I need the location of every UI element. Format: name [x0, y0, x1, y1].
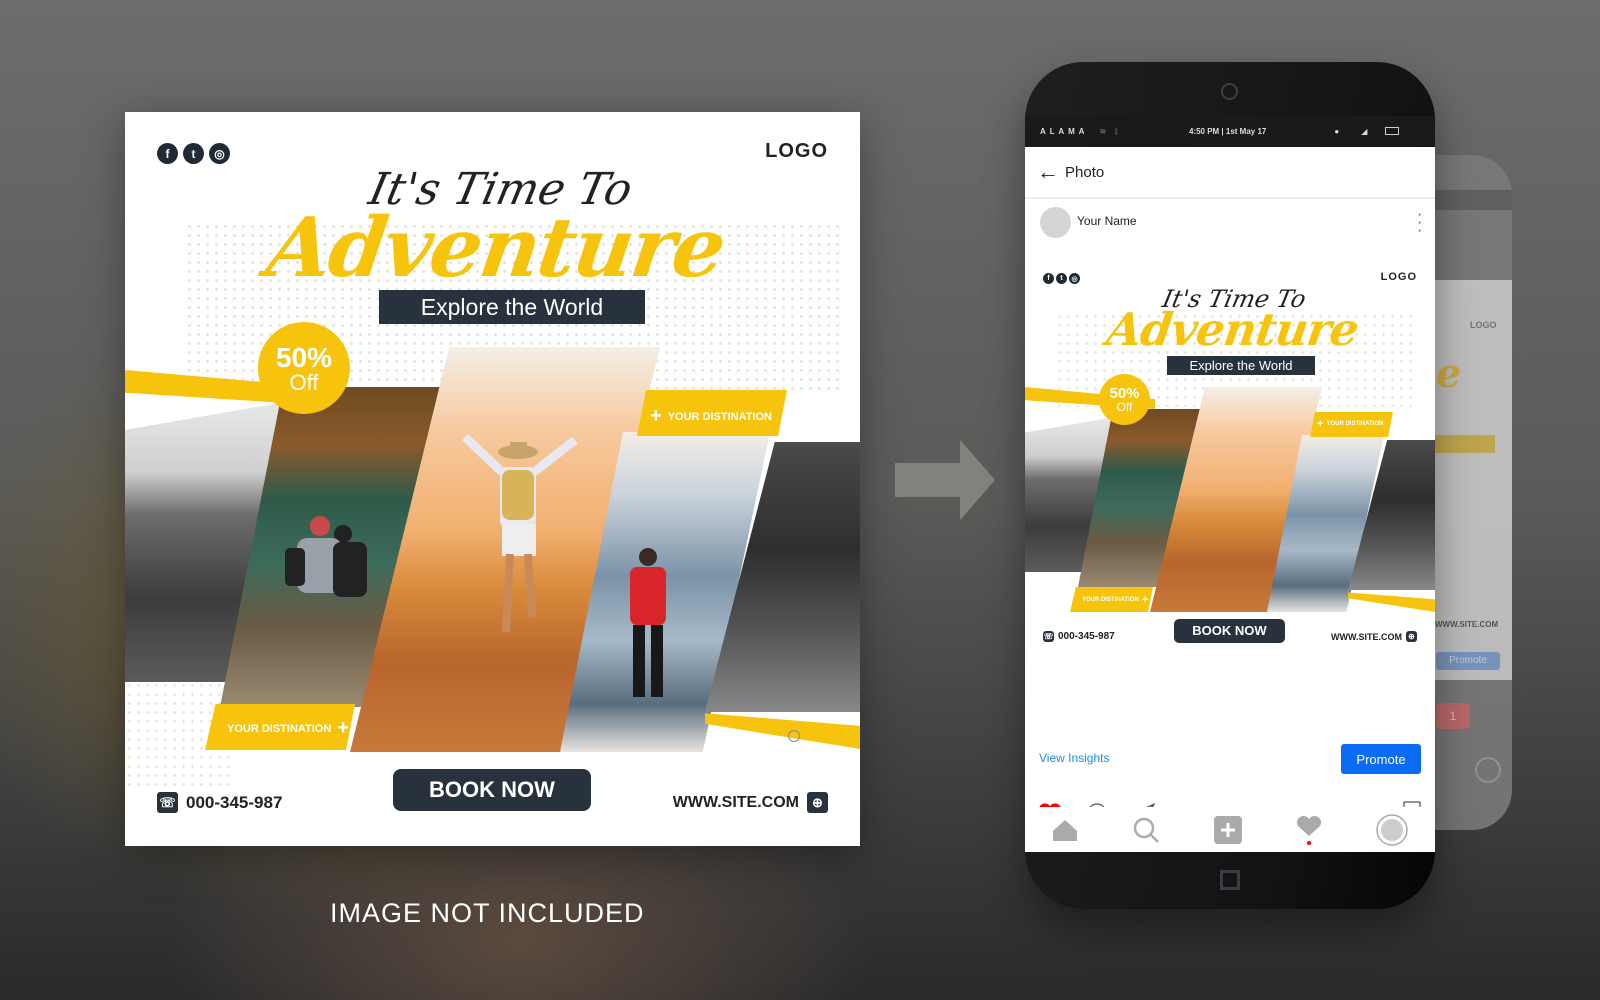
home-button[interactable]: [1220, 870, 1240, 890]
add-post-icon[interactable]: [1214, 815, 1242, 844]
facebook-icon: f: [1043, 273, 1054, 284]
promote-button[interactable]: Promote: [1341, 744, 1421, 774]
mini-headline-main: Adventure: [1103, 303, 1362, 356]
facebook-icon[interactable]: f: [157, 143, 178, 164]
profile-icon[interactable]: [1376, 813, 1408, 846]
screen-header: ← Photo: [1025, 147, 1435, 199]
mini-logo: LOGO: [1380, 271, 1417, 283]
back-headline: e: [1436, 350, 1462, 397]
mini-yellow-strip-bottom: [1348, 592, 1435, 612]
account-name[interactable]: Your Name: [1077, 214, 1137, 228]
back-profile-icon: [1475, 757, 1501, 783]
back-website: WWW.SITE.COM: [1435, 620, 1499, 629]
website-contact: WWW.SITE.COM ⊕: [673, 792, 828, 813]
bluetooth-icon: ᛒ: [1114, 126, 1119, 136]
image-not-included-caption: IMAGE NOT INCLUDED: [330, 898, 645, 928]
destination-text: YOUR DISTINATION: [227, 722, 332, 735]
twitter-icon[interactable]: t: [183, 143, 204, 164]
phone-icon: ☏: [1043, 631, 1054, 642]
battery-icon: [1385, 127, 1400, 135]
destination-label-left: YOUR DISTINATION +: [227, 717, 349, 740]
back-logo: LOGO: [1470, 320, 1497, 330]
mini-discount-badge: 50% Off: [1099, 374, 1150, 425]
mini-website-contact: WWW.SITE.COM ⊕: [1331, 631, 1417, 642]
circle-decoration: [788, 730, 800, 742]
mini-destination-label-left: YOUR DISTINATION +: [1082, 594, 1149, 606]
mini-phone-contact: ☏ 000-345-987: [1043, 631, 1115, 642]
instagram-screen: ← Photo Your Name · · · f t ◎ LOGO It's Ti…: [1025, 147, 1435, 852]
mini-phone-number: 000-345-987: [1058, 631, 1115, 642]
back-promote-button: Promote: [1436, 652, 1500, 670]
post-image[interactable]: f t ◎ LOGO It's Time To Adventure Explor…: [1025, 257, 1435, 667]
activity-heart-icon[interactable]: [1296, 815, 1322, 845]
phone-icon: ☏: [157, 792, 178, 813]
discount-label: Off: [289, 370, 319, 395]
destination-text: YOUR DISTINATION: [1326, 421, 1384, 427]
destination-text: YOUR DISTINATION: [667, 410, 772, 423]
status-bar: A L A M A ≋ ᛒ 4:50 PM | 1st May 17 ● ◢: [1025, 116, 1435, 146]
destination-label-right: + YOUR DISTINATION: [650, 405, 772, 428]
social-icons: f t ◎: [157, 143, 230, 164]
mini-book-now-button: BOOK NOW: [1174, 619, 1285, 643]
plus-icon: +: [337, 717, 349, 739]
website-url[interactable]: WWW.SITE.COM: [673, 794, 799, 812]
phone-mockup: A L A M A ≋ ᛒ 4:50 PM | 1st May 17 ● ◢ ←…: [1025, 62, 1435, 909]
phone-contact: ☏ 000-345-987: [157, 792, 282, 813]
mini-social-icons: f t ◎: [1043, 273, 1080, 284]
mini-discount-value: 50%: [1109, 385, 1140, 402]
status-time: 4:50 PM | 1st May 17: [1188, 126, 1267, 136]
bottom-nav: [1025, 807, 1435, 852]
avatar[interactable]: [1040, 207, 1071, 238]
mini-subtitle: Explore the World: [1167, 356, 1315, 375]
globe-icon: ⊕: [1406, 631, 1417, 642]
screen-title: Photo: [1065, 163, 1105, 181]
alarm-icon: ●: [1334, 126, 1340, 136]
more-options-icon[interactable]: · · ·: [1417, 207, 1422, 239]
mini-website: WWW.SITE.COM: [1331, 631, 1402, 642]
view-insights-link[interactable]: View Insights: [1039, 751, 1109, 765]
discount-value: 50%: [275, 342, 333, 373]
wifi-icon: ≋: [1099, 126, 1107, 136]
yellow-strip-bottom: [705, 713, 860, 749]
signal-icon: ◢: [1361, 126, 1368, 136]
carrier-name: A L A M A: [1040, 126, 1086, 136]
arrow-right-icon: [895, 440, 995, 520]
phone-number: 000-345-987: [186, 792, 283, 812]
instagram-icon: ◎: [1069, 273, 1080, 284]
couple-figure: [285, 516, 367, 597]
twitter-icon: t: [1056, 273, 1067, 284]
back-arrow-icon[interactable]: ←: [1037, 159, 1059, 185]
search-icon[interactable]: [1132, 816, 1160, 844]
camera-icon: [1221, 83, 1238, 100]
globe-icon: ⊕: [807, 792, 828, 813]
hiker-figure: [461, 433, 578, 633]
back-notification: 1: [1436, 703, 1470, 729]
subtitle-banner: Explore the World: [379, 290, 645, 324]
mini-discount-label: Off: [1116, 400, 1133, 414]
plus-icon: +: [650, 405, 662, 427]
social-media-post: f t ◎ LOGO It's Time To Adventure Explor…: [125, 112, 860, 846]
home-icon[interactable]: [1052, 818, 1078, 842]
destination-text: YOUR DISTINATION: [1082, 597, 1139, 603]
red-jacket-figure: [630, 548, 666, 697]
discount-badge: 50% Off: [258, 322, 350, 414]
headline-main: Adventure: [261, 200, 731, 296]
book-now-button[interactable]: BOOK NOW: [393, 769, 591, 811]
instagram-icon[interactable]: ◎: [209, 143, 230, 164]
mini-destination-label-right: + YOUR DISTINATION: [1317, 418, 1384, 430]
logo: LOGO: [765, 140, 828, 162]
back-destination-tag: [1435, 435, 1495, 453]
